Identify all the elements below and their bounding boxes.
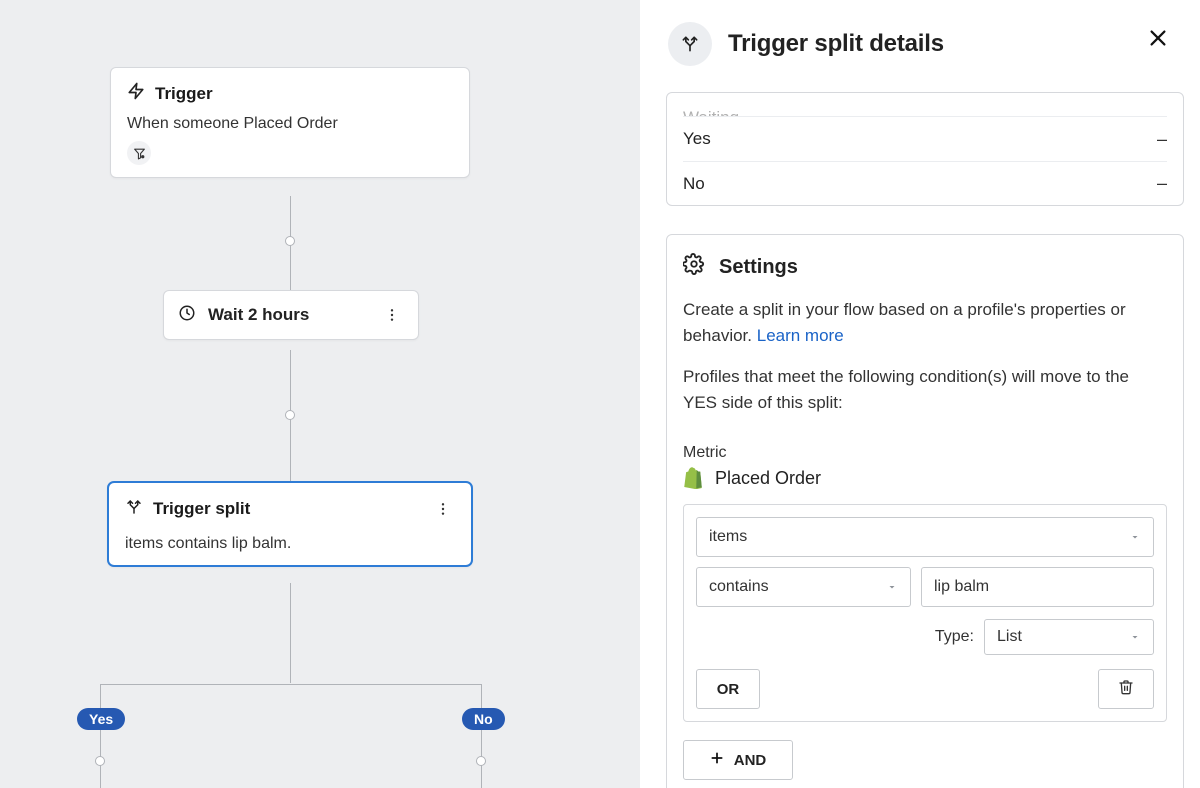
connector-line: [481, 684, 482, 788]
delete-condition-button[interactable]: [1098, 669, 1154, 709]
summary-row-label: Yes: [683, 129, 711, 149]
connector-dot: [476, 756, 486, 766]
split-icon: [668, 22, 712, 66]
summary-row-value: –: [1157, 173, 1167, 194]
wait-label: Wait 2 hours: [208, 305, 309, 325]
trash-icon: [1118, 679, 1134, 700]
chevron-down-icon: [1129, 531, 1141, 543]
metric-value: Placed Order: [683, 466, 1167, 490]
flow-canvas[interactable]: Trigger When someone Placed Order Wait 2…: [0, 0, 640, 788]
condition-operator-select[interactable]: contains: [696, 567, 911, 607]
condition-value-input[interactable]: [921, 567, 1154, 607]
summary-card: Waiting Yes – No –: [666, 92, 1184, 206]
filter-config-icon[interactable]: [127, 141, 151, 165]
settings-description: Create a split in your flow based on a p…: [683, 297, 1167, 350]
details-panel: Trigger split details Waiting Yes – No –: [640, 0, 1200, 788]
connector-dot: [285, 410, 295, 420]
summary-row-yes: Yes –: [683, 117, 1167, 161]
settings-card: Settings Create a split in your flow bas…: [666, 234, 1184, 788]
shopify-icon: [683, 466, 705, 490]
chevron-down-icon: [1129, 631, 1141, 643]
split-icon: [125, 498, 143, 521]
wait-node[interactable]: Wait 2 hours: [163, 290, 419, 340]
summary-truncated-row: Waiting: [683, 93, 1167, 117]
connector-line: [100, 684, 481, 685]
connector-line: [100, 684, 101, 788]
metric-label: Metric: [683, 444, 1167, 462]
summary-row-label: No: [683, 174, 705, 194]
add-or-condition-button[interactable]: OR: [696, 669, 760, 709]
panel-header: Trigger split details: [640, 0, 1200, 92]
learn-more-link[interactable]: Learn more: [757, 326, 844, 345]
settings-condition-help: Profiles that meet the following conditi…: [683, 364, 1167, 417]
connector-line: [290, 583, 291, 683]
close-button[interactable]: [1144, 24, 1172, 52]
split-title: Trigger split: [153, 499, 250, 519]
add-and-condition-button[interactable]: AND: [683, 740, 793, 780]
condition-type-label: Type:: [935, 628, 974, 646]
split-description: items contains lip balm.: [125, 535, 455, 553]
panel-title: Trigger split details: [728, 30, 944, 58]
connector-dot: [95, 756, 105, 766]
condition-group: items contains Type:: [683, 504, 1167, 722]
wait-node-menu[interactable]: [380, 303, 404, 327]
chevron-down-icon: [886, 581, 898, 593]
summary-row-value: –: [1157, 129, 1167, 150]
branch-no-label[interactable]: No: [462, 708, 505, 730]
gear-icon: [683, 253, 705, 281]
condition-field-select[interactable]: items: [696, 517, 1154, 557]
trigger-description: When someone Placed Order: [127, 115, 453, 133]
plus-icon: [710, 751, 724, 769]
connector-dot: [285, 236, 295, 246]
clock-icon: [178, 304, 196, 327]
settings-title: Settings: [719, 256, 798, 279]
trigger-node[interactable]: Trigger When someone Placed Order: [110, 67, 470, 178]
bolt-icon: [127, 82, 145, 105]
condition-type-select[interactable]: List: [984, 619, 1154, 655]
trigger-split-node[interactable]: Trigger split items contains lip balm.: [107, 481, 473, 567]
summary-row-no: No –: [683, 161, 1167, 205]
trigger-title: Trigger: [155, 84, 213, 104]
split-node-menu[interactable]: [431, 497, 455, 521]
branch-yes-label[interactable]: Yes: [77, 708, 125, 730]
